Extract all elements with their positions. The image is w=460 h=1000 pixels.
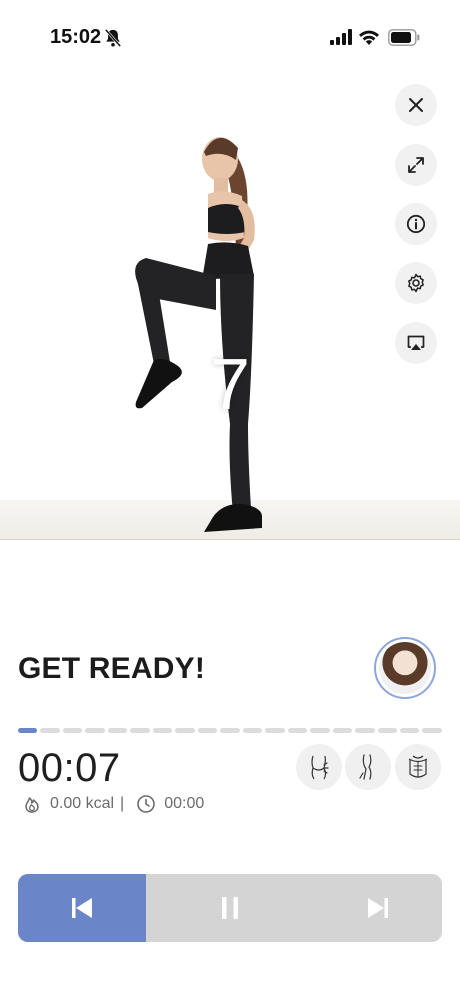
muscle-glutes-button[interactable] <box>296 744 342 790</box>
progress-segment <box>220 728 240 733</box>
next-button[interactable] <box>314 874 442 942</box>
progress-segment <box>377 728 397 733</box>
status-bar: 15:02 <box>0 0 460 76</box>
settings-button[interactable] <box>395 262 437 304</box>
fullscreen-button[interactable] <box>395 144 437 186</box>
previous-icon <box>72 898 92 918</box>
wifi-icon <box>359 30 379 45</box>
flame-icon <box>25 797 39 813</box>
exercise-demo-figure <box>135 137 262 532</box>
progress-segment <box>332 728 353 733</box>
progress-segment <box>242 728 263 733</box>
status-time: 15:02 <box>50 26 102 48</box>
settings-gear-icon <box>408 273 424 293</box>
exercise-title: GET READY! <box>18 652 206 685</box>
info-icon <box>406 214 426 234</box>
clock-icon <box>137 795 156 813</box>
workout-stats: 0.00 kcal | 00:00 <box>22 794 204 814</box>
calories-value: 0.00 kcal <box>50 795 115 812</box>
progress-segment <box>310 728 330 733</box>
muscle-legs-button[interactable] <box>345 744 391 790</box>
workout-progress-bar <box>18 728 442 733</box>
progress-segment <box>85 728 105 733</box>
progress-segment <box>18 728 38 733</box>
progress-segment <box>40 728 60 733</box>
core-icon <box>408 755 428 778</box>
exercise-timer: 00:07 <box>18 746 121 790</box>
progress-segment <box>152 728 173 733</box>
coach-avatar[interactable] <box>374 637 436 699</box>
glutes-icon <box>311 755 329 780</box>
progress-segment <box>175 728 195 733</box>
progress-segment <box>130 728 150 733</box>
progress-segment <box>422 728 442 733</box>
progress-segment <box>197 728 218 733</box>
previous-button[interactable] <box>18 874 146 942</box>
expand-icon <box>408 157 424 173</box>
battery-icon <box>388 29 420 46</box>
info-button[interactable] <box>395 203 437 245</box>
close-button[interactable] <box>395 84 437 126</box>
progress-segment <box>265 728 285 733</box>
progress-segment <box>62 728 83 733</box>
stats-separator: | <box>120 795 125 812</box>
airplay-button[interactable] <box>395 322 437 364</box>
progress-segment <box>355 728 375 733</box>
progress-segment <box>287 728 308 733</box>
pause-icon <box>222 897 238 919</box>
airplay-icon <box>407 335 425 350</box>
progress-segment <box>107 728 128 733</box>
muscle-core-button[interactable] <box>395 744 441 790</box>
progress-segment <box>399 728 420 733</box>
exercise-video[interactable]: 7 <box>0 84 460 540</box>
cellular-signal-icon <box>330 29 352 45</box>
close-icon <box>409 98 423 112</box>
coach-photo <box>379 642 431 694</box>
next-icon <box>368 898 388 918</box>
countdown-number: 7 <box>209 345 251 425</box>
legs-icon <box>359 754 372 780</box>
playback-controls <box>18 874 442 942</box>
duration-value: 00:00 <box>164 795 205 812</box>
pause-button[interactable] <box>146 874 314 942</box>
bell-slash-icon <box>104 29 122 47</box>
